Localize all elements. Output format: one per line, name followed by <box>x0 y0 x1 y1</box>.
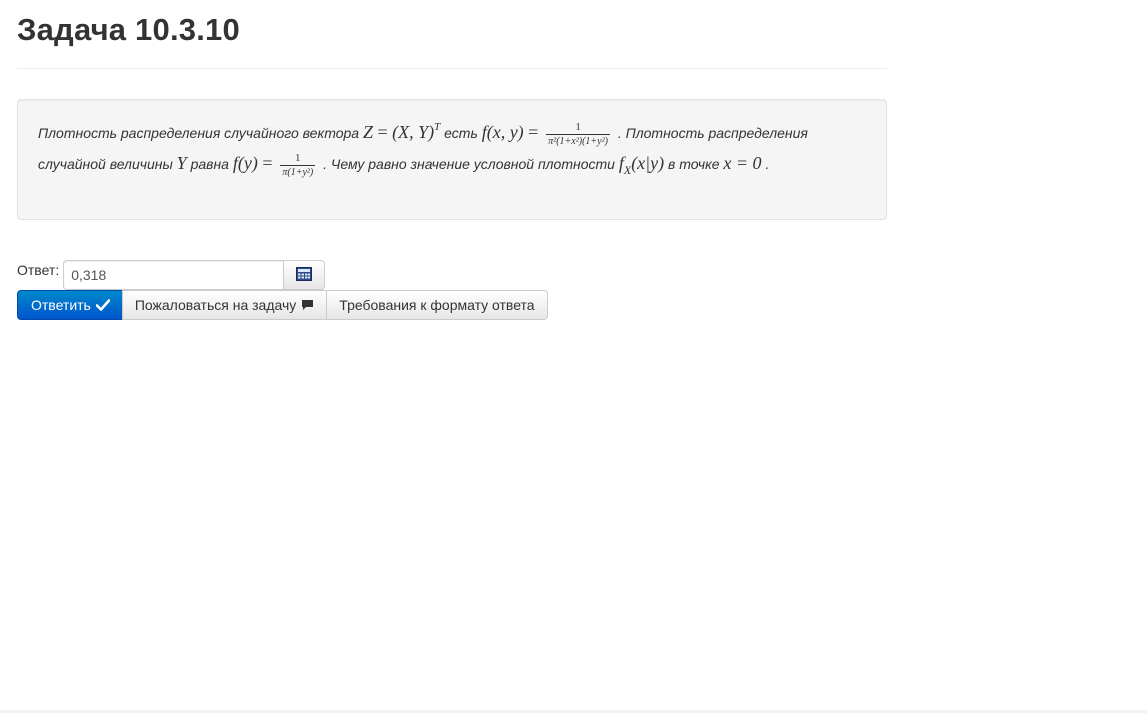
problem-text: . Чему равно значение условной плотности <box>323 156 615 172</box>
content-container: Задача 10.3.10 Плотность распределения с… <box>17 0 887 220</box>
problem-text: Плотность распределения случайного векто… <box>38 125 360 141</box>
complain-button[interactable]: Пожаловаться на задачу <box>121 290 328 320</box>
calculator-icon <box>296 266 313 284</box>
problem-statement: Плотность распределения случайного векто… <box>17 99 887 220</box>
answer-input[interactable] <box>63 260 284 290</box>
checkmark-icon <box>95 299 110 311</box>
problem-text: равна <box>190 156 229 172</box>
action-buttons: Ответить Пожаловаться на задачу Требован… <box>17 290 548 320</box>
fraction-marginal: 1 π(1+y²) <box>280 151 316 178</box>
problem-text: есть <box>444 125 478 141</box>
math-vector-z: Z = (X, Y)T <box>362 121 441 143</box>
submit-button[interactable]: Ответить <box>17 290 123 320</box>
comment-icon <box>301 299 314 311</box>
format-requirements-button[interactable]: Требования к формату ответа <box>326 290 548 320</box>
math-conditional-density: fX(x|y) <box>618 153 665 177</box>
submit-label: Ответить <box>31 297 91 313</box>
answer-row: Ответ: <box>17 260 326 290</box>
math-joint-density: f(x, y) = <box>481 122 539 142</box>
problem-text: . <box>765 156 770 172</box>
fraction-joint: 1 π²(1+x²)(1+y²) <box>546 120 610 147</box>
answer-label: Ответ: <box>17 262 60 278</box>
calculator-button[interactable] <box>283 260 326 290</box>
page: Задача 10.3.10 Плотность распределения с… <box>0 0 1147 713</box>
math-marginal-density: f(y) = <box>232 153 273 173</box>
title-divider <box>17 68 887 69</box>
problem-text: в точке <box>668 156 720 172</box>
complain-label: Пожаловаться на задачу <box>134 297 297 313</box>
math-point: x = 0 <box>723 153 762 173</box>
math-var-y: Y <box>176 153 187 173</box>
format-label: Требования к формату ответа <box>339 297 535 313</box>
page-title: Задача 10.3.10 <box>17 12 240 47</box>
